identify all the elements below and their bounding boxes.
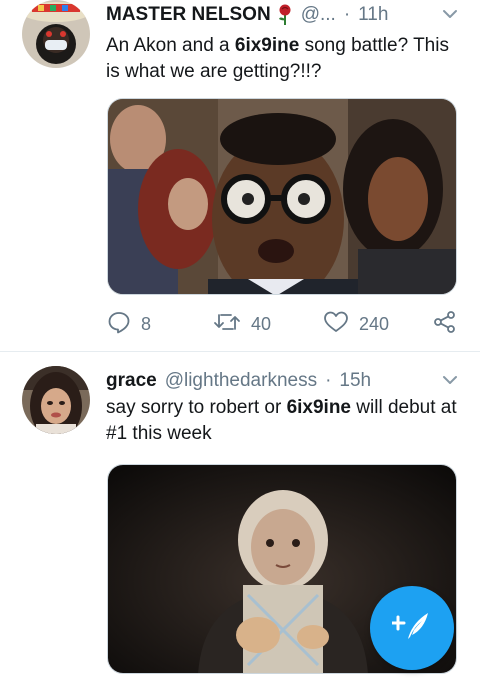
reply-count: 8 [141, 314, 152, 334]
username[interactable]: @lighthedarkness [165, 370, 317, 392]
tweet[interactable]: MASTER NELSON @... · 11h An Akon and a 6… [0, 0, 480, 350]
username[interactable]: @... [301, 4, 336, 26]
like-count: 240 [359, 314, 390, 334]
timestamp[interactable]: 11h [358, 4, 388, 26]
retweet-count: 40 [251, 314, 272, 334]
compose-tweet-icon [390, 609, 432, 648]
tweet-header: MASTER NELSON @... · 11h [106, 2, 460, 28]
retweet-button[interactable]: 40 [213, 310, 271, 339]
tweet-text-bold: 6ix9ine [286, 397, 351, 418]
tweet-media-image[interactable] [107, 98, 457, 295]
tweet-text-part: An Akon and a [106, 35, 235, 56]
reply-icon [107, 310, 141, 339]
share-icon [433, 310, 467, 339]
tweet-actions: 8 40 240 [107, 310, 459, 340]
retweet-icon [213, 310, 251, 339]
like-button[interactable]: 240 [323, 310, 389, 339]
tweet-text: An Akon and a 6ix9ine song battle? This … [106, 33, 462, 85]
avatar[interactable] [22, 366, 90, 434]
reply-button[interactable]: 8 [107, 310, 151, 339]
separator-dot: · [325, 370, 332, 391]
tweet-header: grace @lighthedarkness · 15h [106, 368, 460, 394]
avatar[interactable] [22, 0, 90, 68]
compose-tweet-button[interactable] [370, 586, 454, 670]
display-name[interactable]: MASTER NELSON [106, 4, 271, 26]
share-button[interactable] [433, 310, 467, 339]
separator-dot: · [343, 4, 351, 25]
tweet-text-bold: 6ix9ine [234, 35, 300, 56]
chevron-down-icon[interactable] [440, 4, 460, 24]
heart-icon [323, 310, 359, 339]
tweet-text-part: say sorry to robert or [106, 397, 287, 418]
display-name[interactable]: grace [106, 370, 157, 392]
rose-icon [277, 4, 293, 26]
chevron-down-icon[interactable] [440, 370, 460, 390]
timestamp[interactable]: 15h [339, 370, 371, 392]
tweet-text: say sorry to robert or 6ix9ine will debu… [106, 395, 462, 447]
